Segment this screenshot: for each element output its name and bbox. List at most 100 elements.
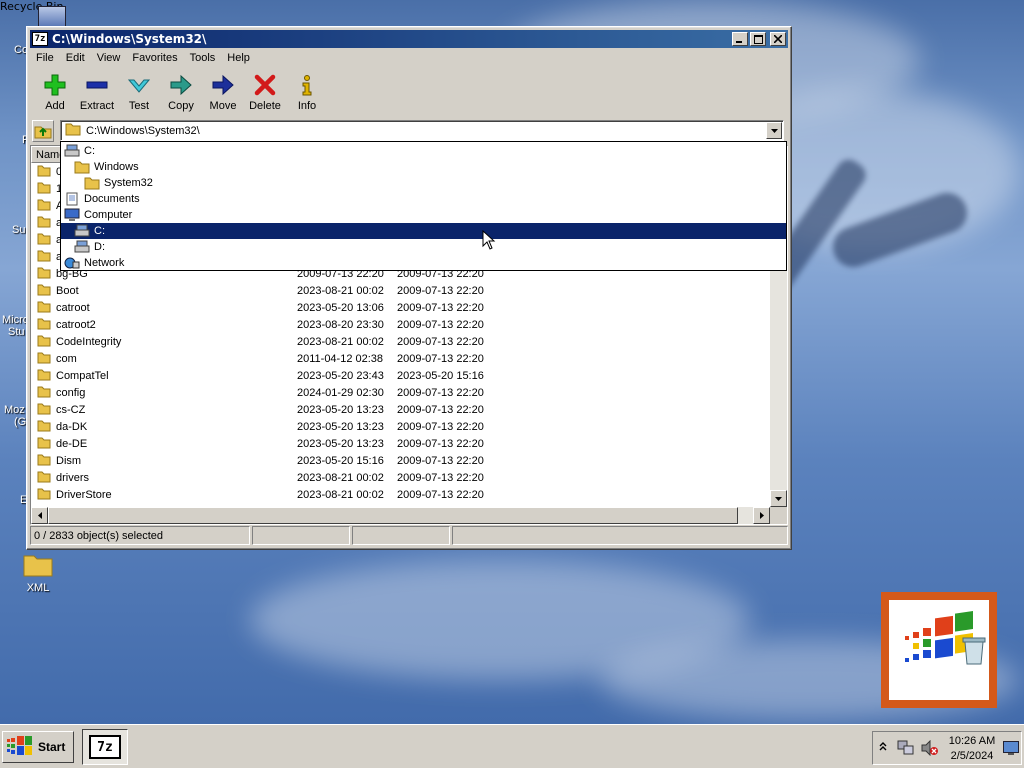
- drive-icon: [64, 144, 80, 158]
- menu-favorites[interactable]: Favorites: [126, 52, 183, 64]
- dropdown-item[interactable]: Computer: [61, 207, 786, 223]
- clock-time: 10:26 AM: [948, 735, 996, 747]
- folder-icon: [37, 198, 51, 214]
- dropdown-item[interactable]: Windows: [61, 159, 786, 175]
- up-folder-button[interactable]: [32, 120, 54, 142]
- table-row[interactable]: CodeIntegrity 2023-08-21 00:02 2009-07-13 …: [31, 333, 770, 350]
- table-row[interactable]: drivers 2023-08-21 00:02 2009-07-13 22:20: [31, 469, 770, 486]
- move-button[interactable]: Move: [202, 69, 244, 115]
- recycle-bin-icon[interactable]: [881, 592, 997, 708]
- mouse-cursor-icon: [482, 230, 496, 250]
- title-bar[interactable]: 7z C:\Windows\System32\: [30, 30, 788, 48]
- row-name: CompatTel: [56, 369, 109, 382]
- dropdown-item[interactable]: C:: [61, 143, 786, 159]
- dropdown-item[interactable]: D:: [61, 239, 786, 255]
- row-name: drivers: [56, 471, 90, 484]
- dropdown-item[interactable]: Network: [61, 255, 786, 271]
- computer-icon: [38, 6, 66, 28]
- row-modified: 2023-05-20 23:43: [297, 369, 384, 382]
- row-created: 2009-07-13 22:20: [397, 335, 484, 348]
- row-name: config: [56, 386, 86, 399]
- table-row[interactable]: DriverStore 2023-08-21 00:02 2009-07-13 22…: [31, 486, 770, 503]
- table-row[interactable]: CompatTel 2023-05-20 23:43 2023-05-20 15:1…: [31, 367, 770, 384]
- table-row[interactable]: de-DE 2023-05-20 13:23 2009-07-13 22:20: [31, 435, 770, 452]
- folder-icon: [37, 317, 51, 333]
- volume-muted-icon[interactable]: [921, 739, 939, 759]
- file-manager-window: 7z C:\Windows\System32\ File Edit View F…: [26, 26, 792, 550]
- folder-icon: [37, 283, 51, 299]
- delete-button[interactable]: Delete: [244, 69, 286, 115]
- close-button[interactable]: [770, 32, 786, 46]
- move-label: Move: [209, 100, 237, 112]
- row-name: de-DE: [56, 437, 88, 450]
- windows-flag-image: [889, 600, 989, 700]
- network-icon: [64, 256, 80, 270]
- folder-icon: [65, 122, 81, 139]
- table-row[interactable]: catroot 2023-05-20 13:06 2009-07-13 22:20: [31, 299, 770, 316]
- table-row[interactable]: cs-CZ 2023-05-20 13:23 2009-07-13 22:20: [31, 401, 770, 418]
- folder-icon: [37, 300, 51, 316]
- menu-file[interactable]: File: [30, 52, 60, 64]
- delete-icon: [253, 73, 277, 97]
- address-dropdown-list: C: Windows System32 Documents Computer C: D: Ne…: [60, 141, 787, 271]
- minimize-button[interactable]: [732, 32, 748, 46]
- menu-view[interactable]: View: [91, 52, 127, 64]
- start-button[interactable]: Start: [2, 731, 74, 763]
- maximize-icon: [753, 34, 763, 44]
- folder-icon: [37, 232, 51, 248]
- menu-edit[interactable]: Edit: [60, 52, 91, 64]
- dropdown-item[interactable]: Documents: [61, 191, 786, 207]
- dropdown-item[interactable]: System32: [61, 175, 786, 191]
- row-modified: 2024-01-29 02:30: [297, 386, 384, 399]
- horizontal-scrollbar[interactable]: [31, 507, 770, 524]
- test-icon: [127, 73, 151, 97]
- clock[interactable]: 10:26 AM 2/5/2024: [947, 734, 997, 764]
- horizontal-scroll-thumb[interactable]: [48, 507, 738, 524]
- row-name: com: [56, 352, 77, 365]
- address-combobox[interactable]: C:\Windows\System32\: [60, 120, 784, 141]
- cell-name: com: [31, 351, 297, 367]
- scroll-right-button[interactable]: [753, 507, 770, 524]
- menu-tools[interactable]: Tools: [184, 52, 222, 64]
- row-modified: 2023-08-21 00:02: [297, 284, 384, 297]
- row-name: CodeIntegrity: [56, 335, 122, 348]
- taskbar-7zip-button[interactable]: 7z: [82, 729, 128, 765]
- scroll-down-button[interactable]: [770, 490, 787, 507]
- row-modified: 2023-05-20 13:23: [297, 437, 384, 450]
- dropdown-item[interactable]: C:: [61, 223, 786, 239]
- desktop-icon-xml[interactable]: XML: [8, 548, 68, 594]
- network-tray-icon[interactable]: [897, 740, 915, 759]
- address-dropdown-button[interactable]: [766, 122, 782, 139]
- row-created: 2009-07-13 22:20: [397, 437, 484, 450]
- row-created: 2023-05-20 15:16: [397, 369, 484, 382]
- tray-expand-icon[interactable]: [879, 741, 887, 754]
- row-created: 2009-07-13 22:20: [397, 301, 484, 314]
- row-modified: 2023-05-20 15:16: [297, 454, 384, 467]
- test-button[interactable]: Test: [118, 69, 160, 115]
- table-row[interactable]: config 2024-01-29 02:30 2009-07-13 22:20: [31, 384, 770, 401]
- extract-button[interactable]: Extract: [76, 69, 118, 115]
- copy-button[interactable]: Copy: [160, 69, 202, 115]
- table-row[interactable]: da-DK 2023-05-20 13:23 2009-07-13 22:20: [31, 418, 770, 435]
- maximize-button[interactable]: [750, 32, 766, 46]
- menu-help[interactable]: Help: [221, 52, 256, 64]
- row-name: Dism: [56, 454, 82, 467]
- cell-name: cs-CZ: [31, 402, 297, 418]
- add-button[interactable]: Add: [34, 69, 76, 115]
- desktop-edge-label: Moz: [4, 404, 25, 416]
- cell-name: config: [31, 385, 297, 401]
- table-row[interactable]: catroot2 2023-08-20 23:30 2009-07-13 22:20: [31, 316, 770, 333]
- documents-icon: [64, 192, 80, 206]
- table-row[interactable]: Boot 2023-08-21 00:02 2009-07-13 22:20: [31, 282, 770, 299]
- scroll-left-button[interactable]: [31, 507, 48, 524]
- cell-name: de-DE: [31, 436, 297, 452]
- address-bar: C:\Windows\System32\: [30, 119, 788, 143]
- show-desktop-icon[interactable]: [1003, 741, 1019, 758]
- table-row[interactable]: Dism 2023-05-20 15:16 2009-07-13 22:20: [31, 452, 770, 469]
- row-name: DriverStore: [56, 488, 112, 501]
- cell-name: DriverStore: [31, 487, 297, 503]
- arrow-down-icon: [775, 496, 782, 501]
- row-modified: 2011-04-12 02:38: [297, 352, 384, 365]
- table-row[interactable]: com 2011-04-12 02:38 2009-07-13 22:20: [31, 350, 770, 367]
- info-button[interactable]: Info: [286, 69, 328, 115]
